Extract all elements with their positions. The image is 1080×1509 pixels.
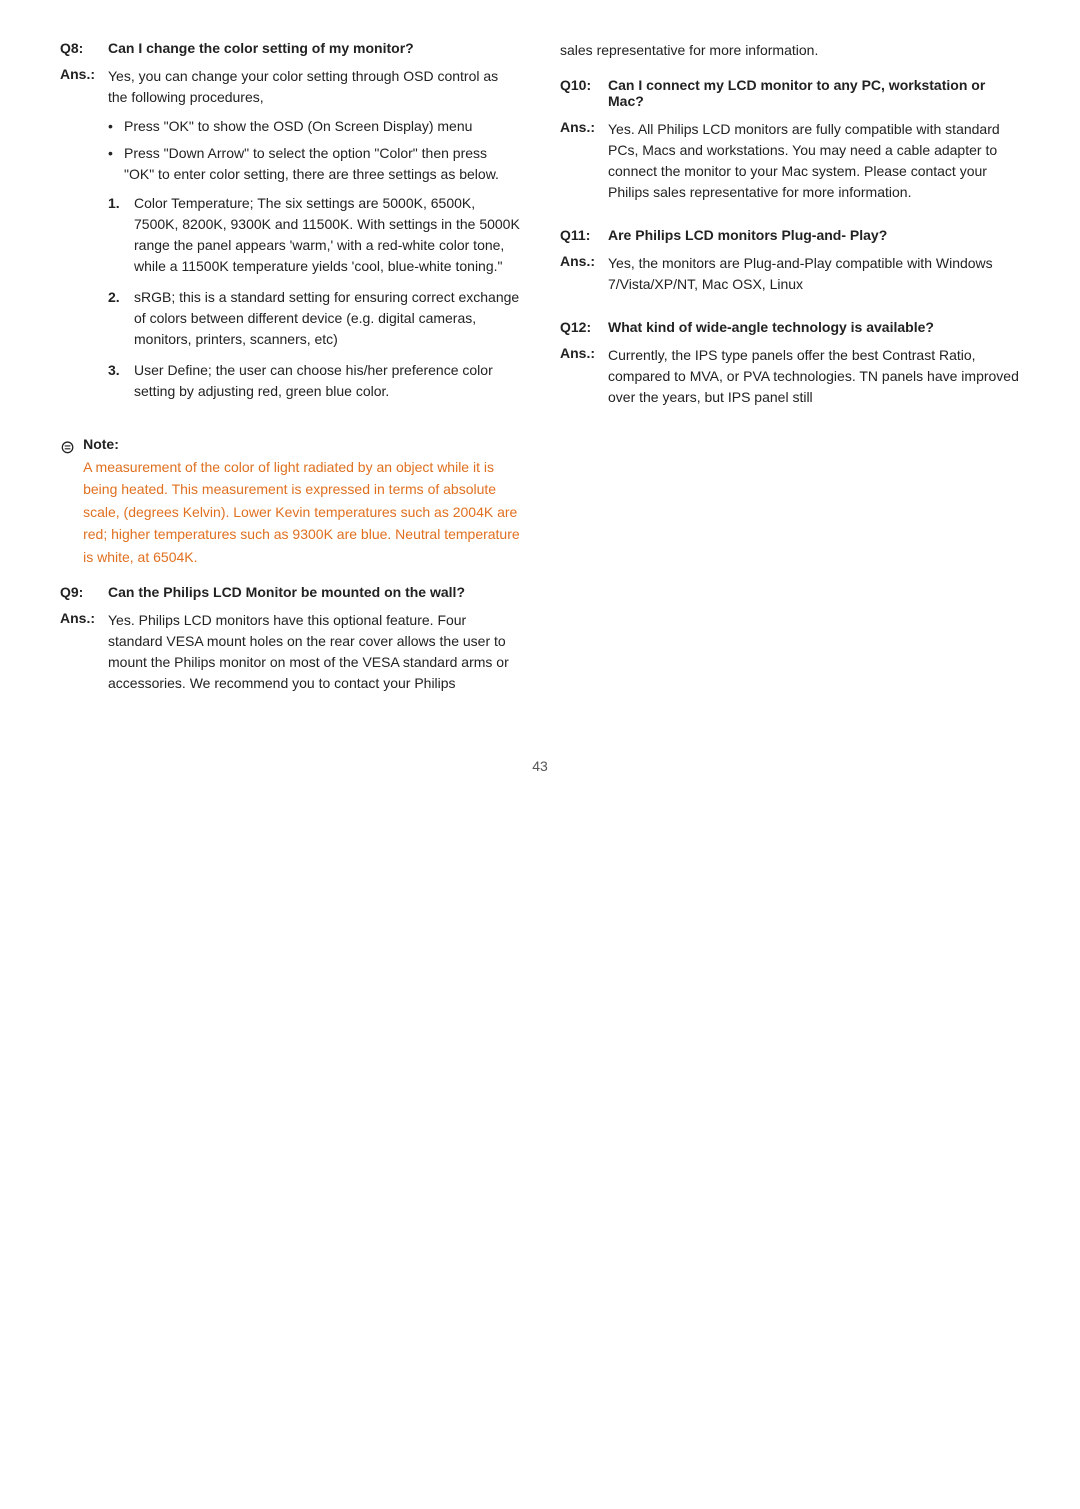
- q8-item-1-num: 1.: [108, 193, 126, 277]
- q9-question: Q9: Can the Philips LCD Monitor be mount…: [60, 584, 520, 600]
- q12-answer-content: Currently, the IPS type panels offer the…: [608, 345, 1020, 408]
- q8-item-3: 3. User Define; the user can choose his/…: [108, 360, 520, 402]
- q8-item-2: 2. sRGB; this is a standard setting for …: [108, 287, 520, 350]
- q10-block: Q10: Can I connect my LCD monitor to any…: [560, 77, 1020, 203]
- q8-bullet-2: Press "Down Arrow" to select the option …: [108, 143, 520, 185]
- q8-item-2-num: 2.: [108, 287, 126, 350]
- q9-answer-content: Yes. Philips LCD monitors have this opti…: [108, 610, 520, 694]
- q8-text: Can I change the color setting of my mon…: [108, 40, 414, 56]
- note-text: A measurement of the color of light radi…: [83, 456, 520, 568]
- q10-text: Can I connect my LCD monitor to any PC, …: [608, 77, 1020, 109]
- q12-question: Q12: What kind of wide-angle technology …: [560, 319, 1020, 335]
- q9-answer-text: Yes. Philips LCD monitors have this opti…: [108, 610, 520, 694]
- q11-answer-content: Yes, the monitors are Plug-and-Play comp…: [608, 253, 1020, 295]
- q8-bullet-list: Press "OK" to show the OSD (On Screen Di…: [108, 116, 520, 185]
- q8-answer-content: Yes, you can change your color setting t…: [108, 66, 520, 412]
- q8-question: Q8: Can I change the color setting of my…: [60, 40, 520, 56]
- q11-answer: Ans.: Yes, the monitors are Plug-and-Pla…: [560, 253, 1020, 295]
- q10-answer: Ans.: Yes. All Philips LCD monitors are …: [560, 119, 1020, 203]
- q12-answer: Ans.: Currently, the IPS type panels off…: [560, 345, 1020, 408]
- q8-bullet-1: Press "OK" to show the OSD (On Screen Di…: [108, 116, 520, 137]
- q12-text: What kind of wide-angle technology is av…: [608, 319, 934, 335]
- q11-block: Q11: Are Philips LCD monitors Plug-and- …: [560, 227, 1020, 295]
- q8-item-2-text: sRGB; this is a standard setting for ens…: [134, 287, 520, 350]
- q8-block: Q8: Can I change the color setting of my…: [60, 40, 520, 412]
- q9-answer: Ans.: Yes. Philips LCD monitors have thi…: [60, 610, 520, 694]
- q11-label: Q11:: [560, 227, 600, 243]
- q11-answer-label: Ans.:: [560, 253, 600, 295]
- q8-answer-intro: Yes, you can change your color setting t…: [108, 66, 520, 108]
- q8-label: Q8:: [60, 40, 100, 56]
- q12-answer-text: Currently, the IPS type panels offer the…: [608, 345, 1020, 408]
- q9-answer-label: Ans.:: [60, 610, 100, 694]
- q8-item-1-text: Color Temperature; The six settings are …: [134, 193, 520, 277]
- q11-answer-text: Yes, the monitors are Plug-and-Play comp…: [608, 253, 1020, 295]
- note-block: ⊜ Note: A measurement of the color of li…: [60, 436, 520, 568]
- note-icon: ⊜: [60, 437, 75, 458]
- q12-block: Q12: What kind of wide-angle technology …: [560, 319, 1020, 408]
- page-number: 43: [60, 758, 1020, 774]
- q8-numbered-list: 1. Color Temperature; The six settings a…: [108, 193, 520, 402]
- q11-text: Are Philips LCD monitors Plug-and- Play?: [608, 227, 887, 243]
- q8-item-3-num: 3.: [108, 360, 126, 402]
- q9-block: Q9: Can the Philips LCD Monitor be mount…: [60, 584, 520, 694]
- q10-answer-label: Ans.:: [560, 119, 600, 203]
- q9-text: Can the Philips LCD Monitor be mounted o…: [108, 584, 465, 600]
- left-column: Q8: Can I change the color setting of my…: [60, 40, 520, 718]
- note-content: Note: A measurement of the color of ligh…: [83, 436, 520, 568]
- page-container: Q8: Can I change the color setting of my…: [60, 40, 1020, 718]
- right-intro: sales representative for more informatio…: [560, 40, 1020, 61]
- right-column: sales representative for more informatio…: [560, 40, 1020, 718]
- q9-label: Q9:: [60, 584, 100, 600]
- note-label: Note:: [83, 436, 520, 452]
- q10-question: Q10: Can I connect my LCD monitor to any…: [560, 77, 1020, 109]
- q12-answer-label: Ans.:: [560, 345, 600, 408]
- q12-label: Q12:: [560, 319, 600, 335]
- q8-item-3-text: User Define; the user can choose his/her…: [134, 360, 520, 402]
- q10-label: Q10:: [560, 77, 600, 109]
- q10-answer-text: Yes. All Philips LCD monitors are fully …: [608, 119, 1020, 203]
- q8-answer: Ans.: Yes, you can change your color set…: [60, 66, 520, 412]
- q10-answer-content: Yes. All Philips LCD monitors are fully …: [608, 119, 1020, 203]
- q8-item-1: 1. Color Temperature; The six settings a…: [108, 193, 520, 277]
- q8-answer-label: Ans.:: [60, 66, 100, 412]
- q11-question: Q11: Are Philips LCD monitors Plug-and- …: [560, 227, 1020, 243]
